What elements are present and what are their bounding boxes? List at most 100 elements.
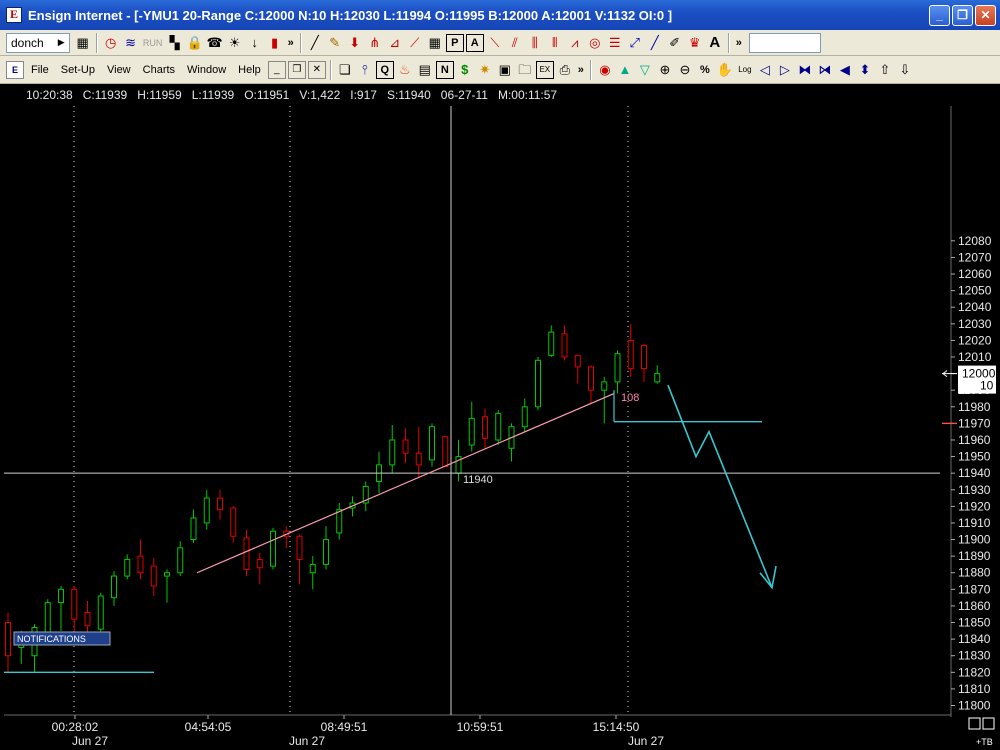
grid-icon[interactable]: ▚ — [166, 34, 184, 52]
more-menu-icon[interactable]: » — [578, 64, 584, 76]
compress-icon[interactable]: ⧓ — [796, 61, 814, 79]
candle-body[interactable] — [150, 565, 157, 587]
text-tool-icon[interactable]: A — [706, 34, 724, 52]
price-chart[interactable]: 11800 11810 11820 11830 11840 11850 11860 11870… — [0, 84, 1000, 750]
properties-icon[interactable]: ▦ — [74, 34, 92, 52]
candle-body[interactable] — [389, 439, 396, 466]
trend-line[interactable] — [196, 392, 615, 574]
candle-body[interactable] — [614, 353, 621, 383]
pen-tool-icon[interactable]: ✎ — [326, 34, 344, 52]
mdi-close-icon[interactable]: ✕ — [307, 60, 326, 79]
printer-icon[interactable]: ⎙ — [556, 61, 574, 79]
candle-body[interactable] — [124, 558, 131, 577]
a-tool-icon[interactable]: A — [465, 33, 484, 52]
candle-body[interactable] — [84, 612, 91, 627]
symbol-input[interactable] — [748, 32, 821, 53]
candle-body[interactable] — [588, 366, 594, 391]
more-drawing-icon[interactable]: » — [736, 37, 742, 49]
menu-window[interactable]: Window — [181, 64, 232, 76]
candle-body[interactable] — [5, 622, 11, 657]
candle-body[interactable] — [535, 359, 541, 408]
app-icon[interactable] — [6, 7, 22, 23]
shift-right-icon[interactable]: ▷ — [776, 61, 794, 79]
candle-body[interactable] — [561, 333, 568, 358]
bars3-tool-icon[interactable]: ⩘ — [566, 34, 584, 52]
chart-icon[interactable]: ⫯ — [356, 61, 374, 79]
triangle-down-icon[interactable]: ▽ — [636, 61, 654, 79]
ray-tool-icon[interactable]: ⟍ — [486, 34, 504, 52]
candle-body[interactable] — [627, 339, 634, 370]
scroll-left-icon[interactable]: ◀ — [836, 61, 854, 79]
pin-icon[interactable]: ↓ — [246, 34, 264, 52]
arrow-up-icon[interactable]: ⇧ — [876, 61, 894, 79]
percent-icon[interactable]: % — [696, 61, 714, 79]
candle-body[interactable] — [270, 530, 276, 567]
triangle-up-icon[interactable]: ▲ — [616, 61, 634, 79]
candle-body[interactable] — [402, 439, 409, 454]
candle-body[interactable] — [336, 509, 343, 534]
maximize-button[interactable]: ❐ — [952, 5, 973, 26]
candle-body[interactable] — [548, 331, 555, 356]
candle-body[interactable] — [442, 436, 449, 468]
candle-body[interactable] — [495, 412, 502, 441]
hand-icon[interactable]: ✋ — [716, 61, 734, 79]
diag-tool-icon[interactable]: ⤢ — [626, 34, 644, 52]
fan2-tool-icon[interactable]: ⟋ — [406, 34, 424, 52]
candle-body[interactable] — [243, 537, 250, 570]
mdi-minimize-icon[interactable]: _ — [267, 60, 286, 79]
diag2-tool-icon[interactable]: ╱ — [646, 34, 664, 52]
candle-body[interactable] — [323, 539, 329, 565]
folder-icon[interactable]: 🗀 — [516, 61, 534, 79]
scroll-updown-icon[interactable]: ⬍ — [856, 61, 874, 79]
close-button[interactable]: ✕ — [975, 5, 996, 26]
study-combo[interactable]: donch ▶ — [6, 32, 70, 53]
clock-icon[interactable]: ◷ — [102, 34, 120, 52]
run-label[interactable]: RUN — [142, 34, 164, 52]
corner-box2-icon[interactable] — [982, 717, 995, 730]
zoom-in-icon[interactable]: ⊕ — [656, 61, 674, 79]
menu-file[interactable]: File — [25, 64, 55, 76]
candle-body[interactable] — [97, 595, 104, 630]
lines-tool-icon[interactable]: ☰ — [606, 34, 624, 52]
projection-path[interactable] — [667, 384, 773, 588]
news-icon[interactable]: ▤ — [416, 61, 434, 79]
circle-tool-icon[interactable]: ◎ — [586, 34, 604, 52]
lock-icon[interactable]: 🔒 — [186, 34, 204, 52]
candle-body[interactable] — [111, 575, 117, 599]
crown-tool-icon[interactable]: ♛ — [686, 34, 704, 52]
grid-tool-icon[interactable]: ▦ — [426, 34, 444, 52]
bulb-icon[interactable]: ☀ — [226, 34, 244, 52]
candle-icon[interactable]: ▮ — [266, 34, 284, 52]
line-tool-icon[interactable]: ╱ — [306, 34, 324, 52]
log-scale-icon[interactable]: Log — [736, 61, 754, 79]
bars-tool-icon[interactable]: ⫼ — [526, 34, 544, 52]
candle-body[interactable] — [641, 344, 647, 370]
channel-tool-icon[interactable]: ⫽ — [506, 34, 524, 52]
candle-body[interactable] — [468, 417, 475, 446]
candle-body[interactable] — [177, 547, 184, 574]
alert-icon[interactable]: ✷ — [476, 61, 494, 79]
zoom-out-icon[interactable]: ⊖ — [676, 61, 694, 79]
p-tool-icon[interactable]: P — [445, 33, 464, 52]
candle-body[interactable] — [429, 426, 435, 461]
candle-body[interactable] — [44, 602, 51, 633]
bars2-tool-icon[interactable]: ⦀ — [546, 34, 564, 52]
fan-tool-icon[interactable]: ⊿ — [386, 34, 404, 52]
globe-icon[interactable]: ◉ — [596, 61, 614, 79]
candle-body[interactable] — [71, 588, 78, 620]
more-tools-icon[interactable]: » — [288, 37, 294, 49]
candle-body[interactable] — [296, 535, 303, 560]
calendar-icon[interactable]: ▣ — [496, 61, 514, 79]
mdi-restore-icon[interactable]: ❐ — [287, 60, 306, 79]
arrow-down-icon[interactable]: ⇩ — [896, 61, 914, 79]
candle-body[interactable] — [521, 406, 528, 428]
corner-box-icon[interactable] — [968, 717, 981, 730]
shift-left-icon[interactable]: ◁ — [756, 61, 774, 79]
candle-body[interactable] — [256, 558, 263, 569]
wave-icon[interactable]: ≋ — [122, 34, 140, 52]
candle-body[interactable] — [309, 563, 316, 574]
export-icon[interactable]: EX — [535, 60, 554, 79]
fire-icon[interactable]: ♨ — [396, 61, 414, 79]
candle-body[interactable] — [601, 381, 608, 391]
candle-body[interactable] — [654, 373, 661, 383]
